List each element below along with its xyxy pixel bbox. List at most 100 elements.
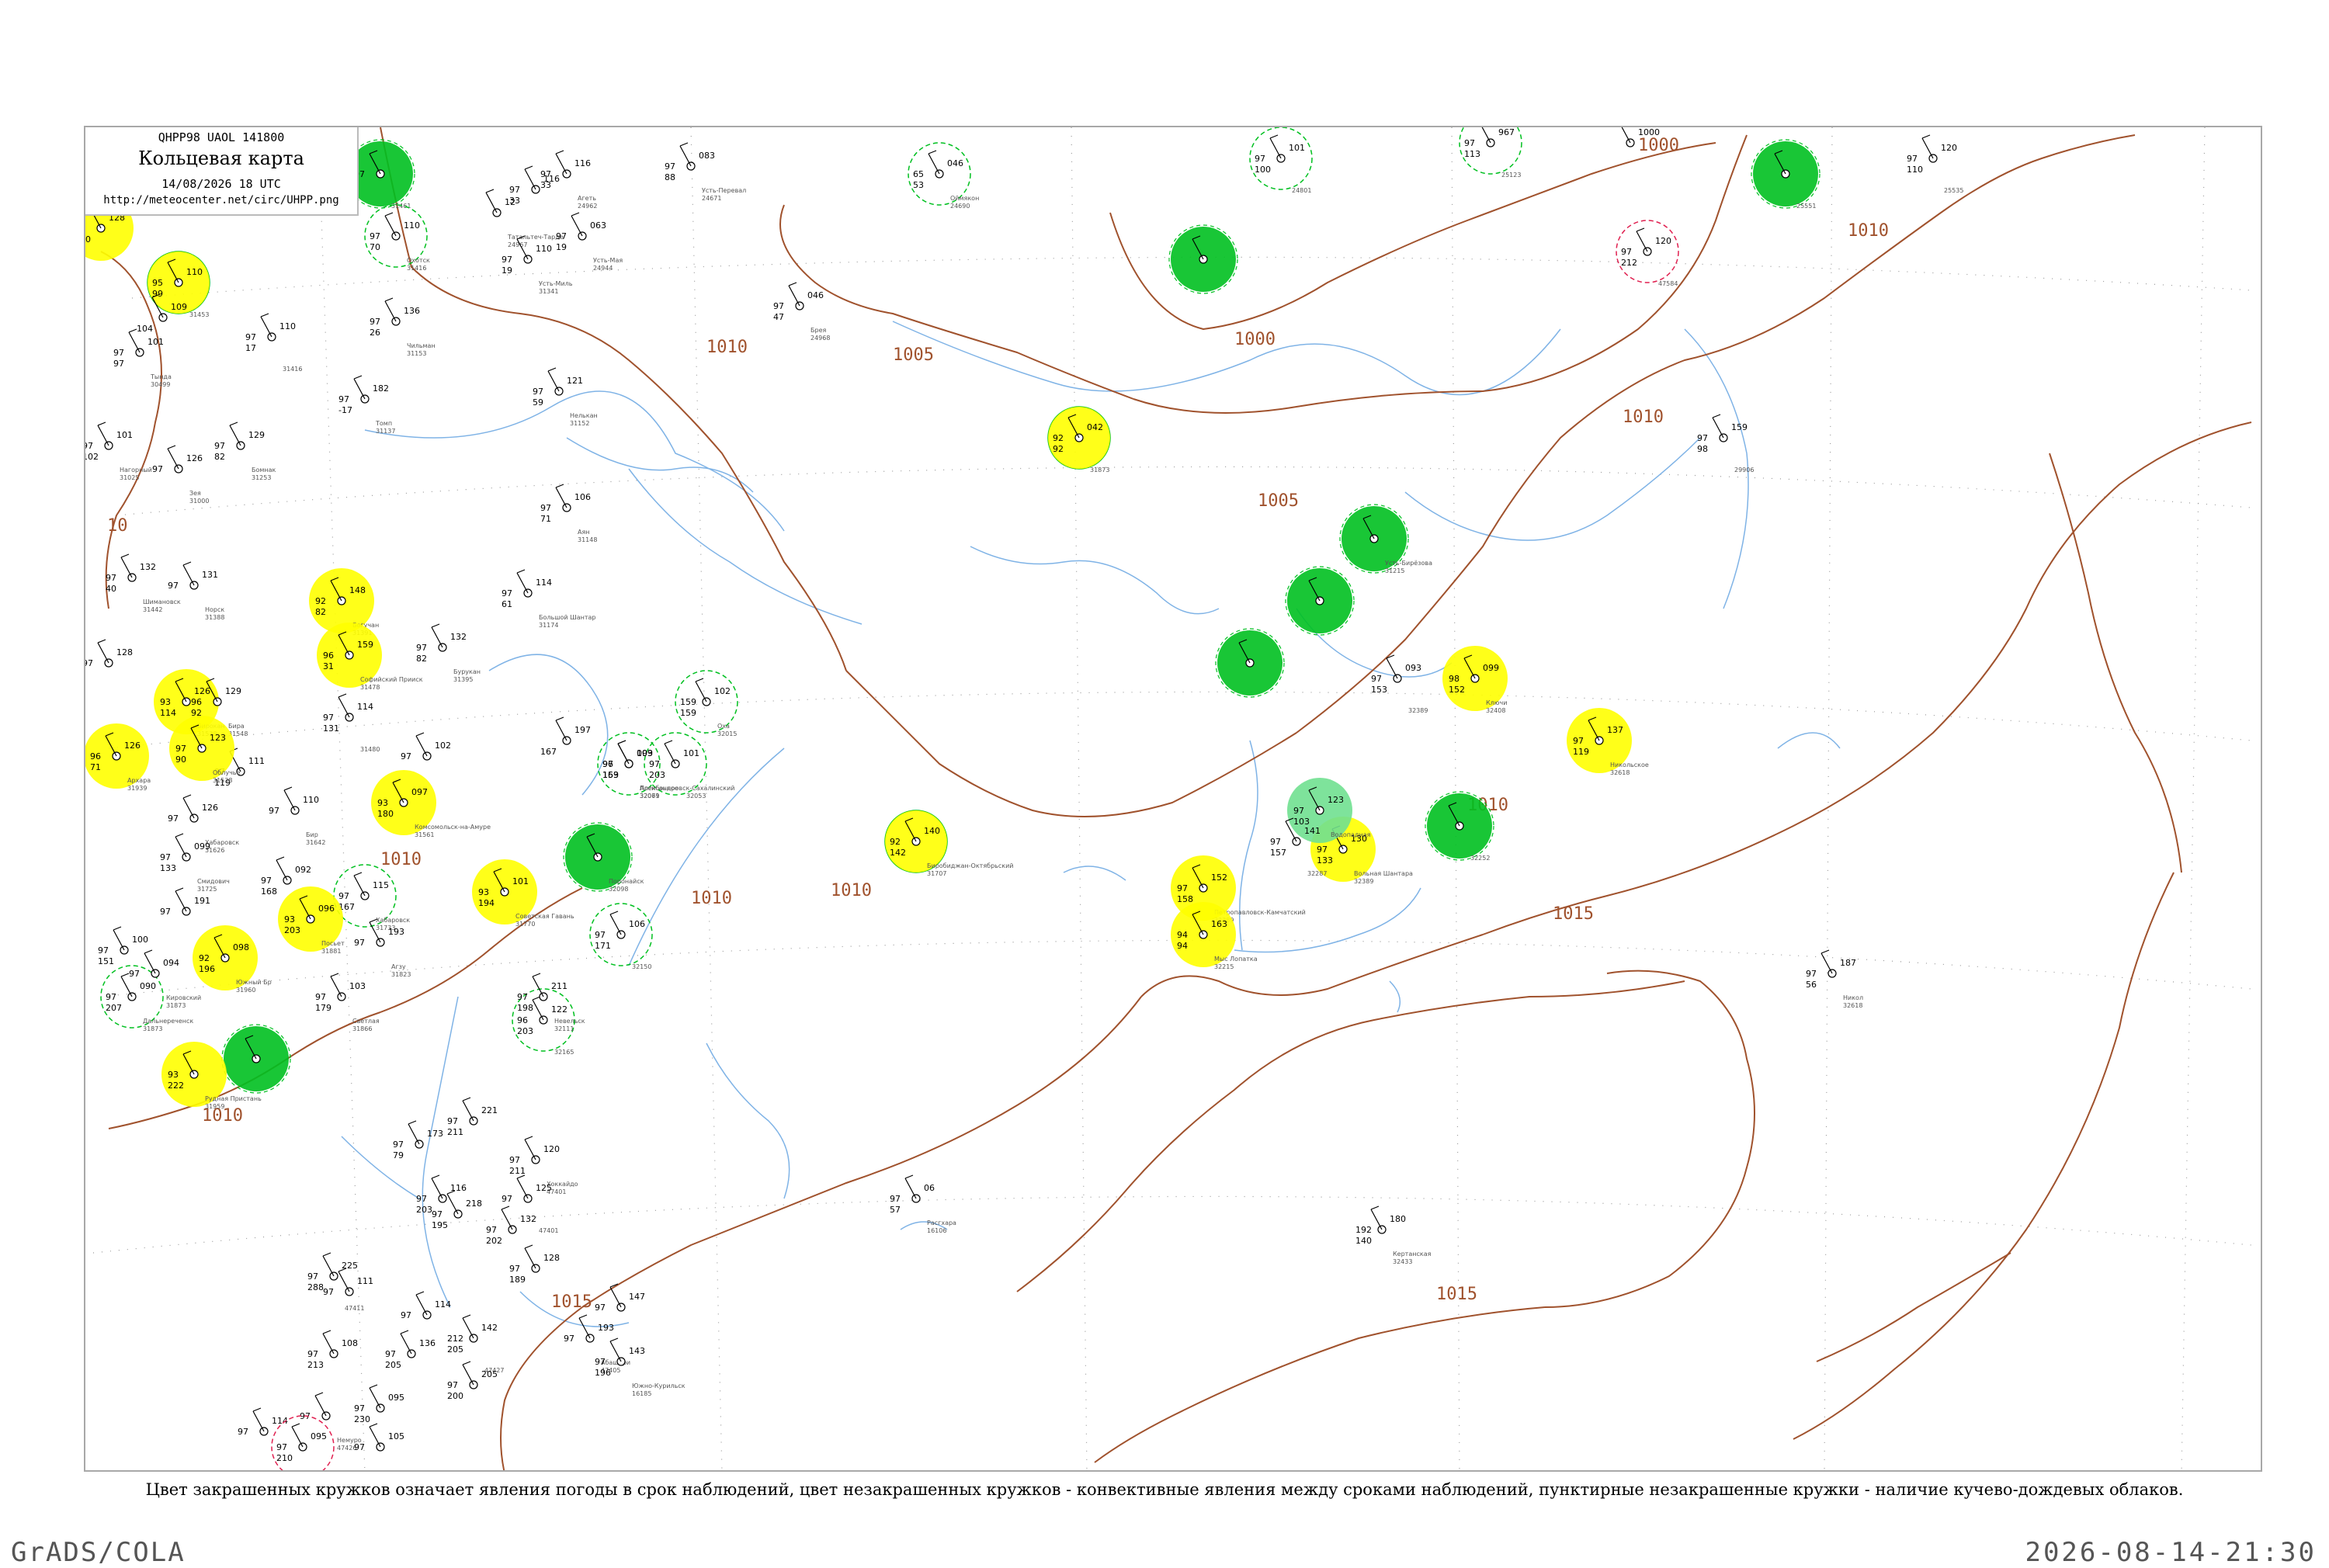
- station-92[interactable]: 06 9757 Расгхара16106: [890, 1174, 956, 1234]
- isobar-label: 1010: [1848, 221, 1889, 241]
- isobar-18: [1816, 1252, 2011, 1362]
- station-4[interactable]: 12 Татальтеч-Тарде24967: [485, 189, 564, 248]
- station-70[interactable]: 096 93203 Посьет31881: [278, 886, 345, 955]
- station-101[interactable]: 143 97196 Южно-Курильск16185: [595, 1337, 686, 1397]
- station-pressure: 120: [1941, 143, 1957, 153]
- station-100[interactable]: 147 97: [595, 1283, 645, 1313]
- station-38[interactable]: 132 9782 Бурукан31395: [416, 623, 481, 683]
- wind-barb-icon: [788, 282, 800, 307]
- station-temp: 97: [556, 231, 567, 241]
- station-pressure: 126: [124, 741, 141, 751]
- station-86[interactable]: 173 9779: [393, 1120, 443, 1160]
- station-19[interactable]: 101 9797 Тында30499: [113, 328, 172, 388]
- station-index: 32098: [609, 886, 628, 893]
- station-93[interactable]: 180 192140 Кертанская32433: [1355, 1205, 1432, 1265]
- station-dewpoint: 100: [85, 234, 91, 245]
- station-30[interactable]: 159 9798 29906: [1697, 414, 1754, 474]
- wind-barb-icon: [260, 313, 272, 338]
- station-96[interactable]: 114 97: [401, 1291, 451, 1320]
- station-pressure: 046: [947, 158, 963, 168]
- station-94[interactable]: 2259728847411: [307, 1252, 364, 1312]
- station-temp: 159: [680, 697, 696, 707]
- station-55[interactable]: 110 97 Бир31642: [269, 786, 325, 846]
- station-8[interactable]: 101 97100 24801: [1249, 127, 1313, 194]
- station-73[interactable]: 094 97 Кировский31873: [129, 949, 201, 1009]
- station-25[interactable]: 129 9782 Бомнак31253: [214, 421, 276, 481]
- station-12[interactable]: 120 97110 25535: [1907, 134, 1963, 194]
- station-98[interactable]: 14221220547427: [447, 1314, 504, 1374]
- station-35[interactable]: [1285, 566, 1355, 636]
- station-temp: 97: [1371, 674, 1382, 684]
- station-index: 32111: [554, 1025, 574, 1032]
- station-9[interactable]: 967 97113 25123: [1459, 127, 1522, 179]
- wind-barb-icon: [524, 1136, 536, 1160]
- station-temp: 97: [307, 1349, 318, 1359]
- station-21[interactable]: [1168, 224, 1238, 294]
- station-46[interactable]: 102 159159 Оха32015: [675, 670, 738, 737]
- station-pressure: 110: [279, 321, 296, 331]
- station-temp: 97: [509, 1155, 520, 1165]
- station-28[interactable]: 106 9771 Аян31148: [540, 484, 597, 543]
- map-url[interactable]: http://meteocenter.net/circ/UHPP.png: [85, 194, 357, 206]
- station-18[interactable]: 136 9726 Чильман31153: [370, 297, 436, 357]
- station-71[interactable]: 098 92196 Южный Бр31960: [193, 925, 272, 994]
- station-106[interactable]: 105 97: [354, 1423, 404, 1452]
- station-6[interactable]: 083 9788 Усть-Перевал24671: [665, 142, 746, 202]
- station-3[interactable]: 1169733: [509, 165, 560, 206]
- station-20[interactable]: 046 9747 Брея24968: [773, 282, 830, 342]
- station-51[interactable]: 102 97: [401, 732, 451, 761]
- station-109[interactable]: 120 97212 47584: [1616, 220, 1679, 287]
- station-36[interactable]: [1215, 628, 1285, 698]
- station-pressure: 090: [140, 981, 156, 991]
- station-48[interactable]: 126 9671 Архара31939: [85, 723, 151, 792]
- station-name: Водопадная: [1331, 831, 1371, 838]
- station-15[interactable]: 110 9717 31416: [245, 313, 302, 373]
- station-22[interactable]: 182 97-17 Томп31137: [338, 375, 395, 435]
- station-83[interactable]: 187 9756 Никол32618: [1806, 949, 1863, 1009]
- station-27[interactable]: 126 97 Зея31000: [152, 445, 209, 505]
- graticule-line-2: [108, 691, 2252, 749]
- station-107[interactable]: 11497: [238, 1407, 288, 1437]
- station-40[interactable]: 099 98152 Ключи32408: [1442, 646, 1508, 714]
- station-74[interactable]: 100 97151: [98, 926, 148, 966]
- station-95[interactable]: 111 97: [323, 1268, 373, 1297]
- station-index: 31453: [189, 311, 209, 318]
- station-29[interactable]: Усть-Бирёзова31215: [1339, 504, 1432, 574]
- station-78[interactable]: 103 97179 Светлая31866: [315, 973, 380, 1032]
- station-84[interactable]: 221 97211: [447, 1097, 498, 1137]
- station-104[interactable]: 97Немуро47426: [300, 1392, 362, 1452]
- station-pressure: 110: [303, 795, 319, 805]
- station-5[interactable]: 116 9733 Агеть24962: [540, 150, 597, 210]
- station-16[interactable]: 063 9719 Усть-Мая24944: [556, 212, 623, 272]
- station-91[interactable]: 128 97189: [509, 1244, 560, 1285]
- station-58[interactable]: 140 92142 Биробиджан-Октябрьский31707: [884, 810, 1014, 877]
- station-41[interactable]: 137 97119 Никольское32618: [1567, 708, 1649, 776]
- station-24[interactable]: 042 9292 31873: [1047, 406, 1111, 474]
- station-81[interactable]: [221, 1024, 291, 1094]
- station-102[interactable]: 108 97213: [307, 1330, 358, 1370]
- station-97[interactable]: 136 97205: [385, 1330, 436, 1370]
- station-54[interactable]: 097 93180 Комсомольск-на-Амуре31561: [371, 770, 491, 838]
- station-42[interactable]: 128 97: [85, 639, 133, 668]
- station-index: 31152: [570, 420, 589, 427]
- station-temp: 97: [533, 387, 543, 397]
- station-name: Вольная Шантара: [1354, 870, 1413, 877]
- station-pressure: 131: [202, 570, 218, 580]
- station-62[interactable]: Поронайск32098: [563, 822, 644, 893]
- station-index: 31480: [360, 746, 380, 753]
- station-34[interactable]: 114 9761 Большой Шантар31174: [502, 569, 596, 629]
- station-90[interactable]: 132 97202: [486, 1205, 536, 1246]
- station-temp: 97: [214, 441, 225, 451]
- station-2[interactable]: 110 9770 Охотск31416: [364, 204, 430, 272]
- station-61[interactable]: 101 93194 Советская Гавань31770: [472, 859, 574, 928]
- station-50[interactable]: 114 97131 31480: [323, 693, 380, 753]
- station-32[interactable]: 131 97 Норск31388: [168, 561, 224, 621]
- station-11[interactable]: 25551: [1751, 139, 1821, 210]
- station-23[interactable]: 121 9759 Нелькан31152: [533, 367, 598, 427]
- station-7[interactable]: 046 6553 Оймякон24690: [908, 142, 979, 210]
- station-temp: 97: [502, 1194, 512, 1204]
- station-67[interactable]: 12397103Водопадная: [1287, 778, 1371, 843]
- station-37[interactable]: 159 9631 Софийский Прииск31478: [317, 623, 423, 691]
- station-47[interactable]: 197 167: [540, 716, 591, 757]
- station-26[interactable]: 101 97102 Нагорный31025: [85, 421, 152, 481]
